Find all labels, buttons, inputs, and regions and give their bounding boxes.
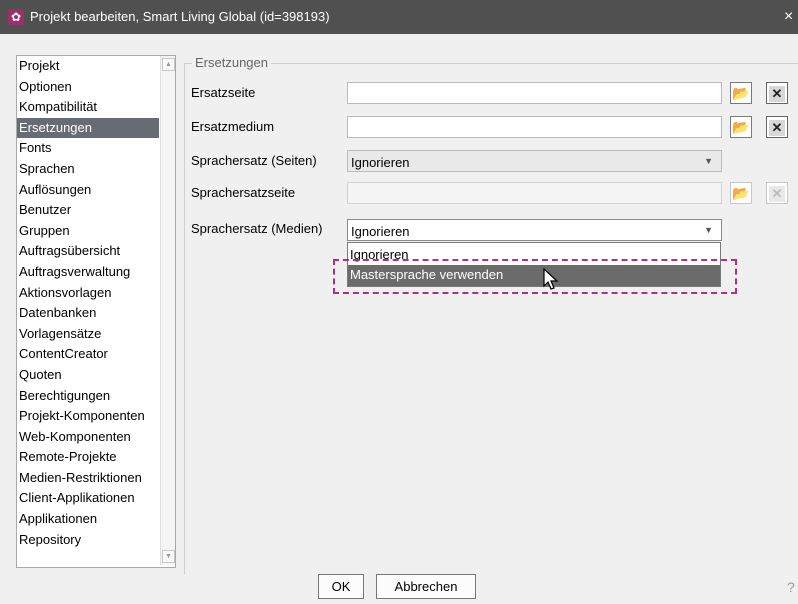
nav-item-berechtigungen[interactable]: Berechtigungen (17, 386, 159, 407)
highlight-annotation (333, 259, 737, 294)
nav-item-contentcreator[interactable]: ContentCreator (17, 344, 159, 365)
nav-item-ersetzungen[interactable]: Ersetzungen (17, 117, 159, 139)
sprachersatz-seiten-select[interactable]: Ignorieren ▼ (347, 150, 722, 172)
close-icon[interactable]: × (784, 0, 798, 34)
nav-item-kompatibilitaet[interactable]: Kompatibilität (17, 97, 159, 118)
scroll-down-icon[interactable]: ▼ (162, 550, 175, 563)
ersatzmedium-clear-button[interactable]: ✕ (766, 116, 788, 138)
nav-item-quoten[interactable]: Quoten (17, 365, 159, 386)
nav-item-auftragsuebersicht[interactable]: Auftragsübersicht (17, 241, 159, 262)
ersatzseite-label: Ersatzseite (191, 85, 256, 100)
chevron-down-icon: ▼ (704, 156, 713, 166)
sprachersatzseite-field[interactable] (347, 182, 722, 204)
nav-item-projekt[interactable]: Projekt (17, 56, 159, 77)
ersatzseite-field[interactable] (347, 82, 722, 104)
nav-item-aktionsvorlagen[interactable]: Aktionsvorlagen (17, 283, 159, 304)
ersatzseite-clear-button[interactable]: ✕ (766, 82, 788, 104)
sprachersatzseite-browse-button[interactable]: 📂 (730, 182, 752, 204)
ersatzmedium-field[interactable] (347, 116, 722, 138)
sprachersatz-medien-select[interactable]: Ignorieren ▼ (347, 219, 722, 241)
nav-item-datenbanken[interactable]: Datenbanken (17, 303, 159, 324)
sprachersatz-medien-label: Sprachersatz (Medien) (191, 221, 323, 236)
group-title: Ersetzungen (192, 55, 271, 70)
sprachersatzseite-label: Sprachersatzseite (191, 185, 296, 200)
ersatzmedium-label: Ersatzmedium (191, 119, 275, 134)
ok-button[interactable]: OK (318, 574, 364, 599)
nav-item-client-applikationen[interactable]: Client-Applikationen (17, 488, 159, 509)
nav-list-panel: Projekt Optionen Kompatibilität Ersetzun… (16, 55, 176, 568)
nav-item-medien-restriktionen[interactable]: Medien-Restriktionen (17, 468, 159, 489)
nav-item-vorlagensaetze[interactable]: Vorlagensätze (17, 324, 159, 345)
nav-item-benutzer[interactable]: Benutzer (17, 200, 159, 221)
nav-item-gruppen[interactable]: Gruppen (17, 221, 159, 242)
scroll-up-icon[interactable]: ▲ (162, 58, 175, 71)
title-bar: ✿ Projekt bearbeiten, Smart Living Globa… (0, 0, 798, 34)
sprachersatz-seiten-label: Sprachersatz (Seiten) (191, 153, 317, 168)
ersetzungen-group (184, 63, 798, 574)
clear-icon: ✕ (769, 186, 785, 202)
app-gear-icon: ✿ (8, 9, 24, 25)
nav-item-projekt-komponenten[interactable]: Projekt-Komponenten (17, 406, 159, 427)
folder-open-icon: 📂 (732, 85, 750, 101)
ersatzseite-browse-button[interactable]: 📂 (730, 82, 752, 104)
ersatzmedium-browse-button[interactable]: 📂 (730, 116, 752, 138)
nav-item-optionen[interactable]: Optionen (17, 77, 159, 98)
nav-list: Projekt Optionen Kompatibilität Ersetzun… (17, 56, 159, 550)
sprachersatzseite-clear-button[interactable]: ✕ (766, 182, 788, 204)
sprachersatz-medien-value: Ignorieren (351, 224, 410, 239)
chevron-down-icon: ▼ (704, 225, 713, 235)
nav-item-remote-projekte[interactable]: Remote-Projekte (17, 447, 159, 468)
sprachersatz-seiten-value: Ignorieren (351, 155, 410, 170)
clear-icon: ✕ (769, 86, 785, 102)
nav-item-auftragsverwaltung[interactable]: Auftragsverwaltung (17, 262, 159, 283)
nav-item-repository[interactable]: Repository (17, 530, 159, 551)
nav-item-applikationen[interactable]: Applikationen (17, 509, 159, 530)
window-title: Projekt bearbeiten, Smart Living Global … (30, 9, 330, 24)
folder-open-icon: 📂 (732, 119, 750, 135)
help-icon[interactable]: ? (787, 579, 795, 595)
nav-item-fonts[interactable]: Fonts (17, 138, 159, 159)
nav-item-sprachen[interactable]: Sprachen (17, 159, 159, 180)
nav-item-aufloesungen[interactable]: Auflösungen (17, 180, 159, 201)
nav-item-web-komponenten[interactable]: Web-Komponenten (17, 427, 159, 448)
clear-icon: ✕ (769, 120, 785, 136)
nav-scrollbar[interactable]: ▲ ▼ (160, 56, 175, 565)
cancel-button[interactable]: Abbrechen (376, 574, 476, 599)
mouse-cursor-icon (543, 268, 559, 290)
folder-open-icon: 📂 (732, 185, 750, 201)
